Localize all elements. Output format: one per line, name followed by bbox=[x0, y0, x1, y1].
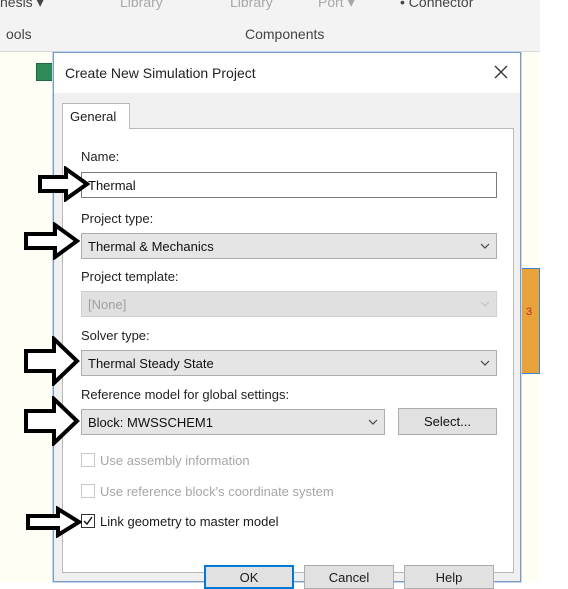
use-assembly-checkbox: Use assembly information bbox=[81, 451, 250, 469]
solver-type-label: Solver type: bbox=[81, 328, 150, 343]
ribbon-group-tools: ools bbox=[6, 26, 32, 42]
ribbon-item[interactable]: • Connector bbox=[400, 0, 473, 10]
project-template-value: [None] bbox=[88, 297, 127, 312]
ribbon-item[interactable]: Library bbox=[230, 0, 273, 10]
canvas-block[interactable] bbox=[518, 268, 540, 374]
arrow-right-icon bbox=[26, 506, 82, 538]
project-type-label: Project type: bbox=[81, 211, 154, 226]
reference-model-value: Block: MWSSCHEM1 bbox=[88, 415, 213, 430]
use-reference-block-label: Use reference block's coordinate system bbox=[100, 483, 334, 499]
chevron-down-icon bbox=[480, 301, 490, 307]
dialog-title: Create New Simulation Project bbox=[65, 65, 256, 81]
chevron-down-icon bbox=[480, 243, 490, 249]
arrow-right-icon bbox=[24, 222, 80, 260]
project-template-select: [None] bbox=[81, 291, 497, 317]
ribbon-group-components: Components bbox=[245, 26, 325, 42]
checkbox-box bbox=[81, 453, 95, 467]
arrow-right-icon bbox=[24, 336, 80, 386]
ribbon-item[interactable]: Port ▾ bbox=[318, 0, 355, 11]
name-label: Name: bbox=[81, 149, 120, 164]
close-button[interactable] bbox=[488, 59, 514, 85]
select-button[interactable]: Select... bbox=[398, 408, 497, 435]
close-icon bbox=[494, 65, 508, 79]
margin bbox=[540, 0, 568, 582]
dialog-titlebar[interactable]: Create New Simulation Project bbox=[54, 53, 520, 93]
ok-button[interactable]: OK bbox=[204, 565, 294, 589]
solver-type-value: Thermal Steady State bbox=[88, 356, 214, 371]
checkbox-box[interactable] bbox=[81, 514, 95, 528]
arrow-right-icon bbox=[24, 396, 80, 446]
use-reference-block-checkbox: Use reference block's coordinate system bbox=[81, 482, 334, 500]
arrow-right-icon bbox=[38, 166, 90, 202]
link-geometry-label: Link geometry to master model bbox=[100, 513, 279, 529]
ribbon-item[interactable]: nesis ▾ bbox=[0, 0, 44, 11]
chevron-down-icon bbox=[480, 360, 490, 366]
reference-model-label: Reference model for global settings: bbox=[81, 387, 290, 402]
ribbon-item[interactable]: Library bbox=[120, 0, 163, 10]
checkbox-box bbox=[81, 484, 95, 498]
project-type-value: Thermal & Mechanics bbox=[88, 239, 214, 254]
project-template-label: Project template: bbox=[81, 269, 179, 284]
checkmark-icon bbox=[83, 516, 93, 526]
canvas-block-number: 3 bbox=[526, 306, 533, 318]
link-geometry-checkbox[interactable]: Link geometry to master model bbox=[81, 512, 278, 530]
general-panel: Name: Project type: Thermal & Mechanics … bbox=[62, 128, 514, 573]
create-simulation-dialog: Create New Simulation Project General Na… bbox=[53, 52, 521, 589]
solver-type-select[interactable]: Thermal Steady State bbox=[81, 350, 497, 376]
tab-general[interactable]: General bbox=[62, 103, 130, 129]
ribbon: nesis ▾ Library Library Port ▾ • Connect… bbox=[0, 0, 540, 52]
reference-model-select[interactable]: Block: MWSSCHEM1 bbox=[81, 409, 385, 435]
project-type-select[interactable]: Thermal & Mechanics bbox=[81, 233, 497, 259]
help-button[interactable]: Help bbox=[404, 565, 494, 589]
cancel-button[interactable]: Cancel bbox=[304, 565, 394, 589]
toolbar-icon[interactable] bbox=[36, 63, 54, 81]
name-input[interactable] bbox=[81, 172, 497, 198]
use-assembly-label: Use assembly information bbox=[100, 452, 250, 468]
chevron-down-icon bbox=[368, 419, 378, 425]
